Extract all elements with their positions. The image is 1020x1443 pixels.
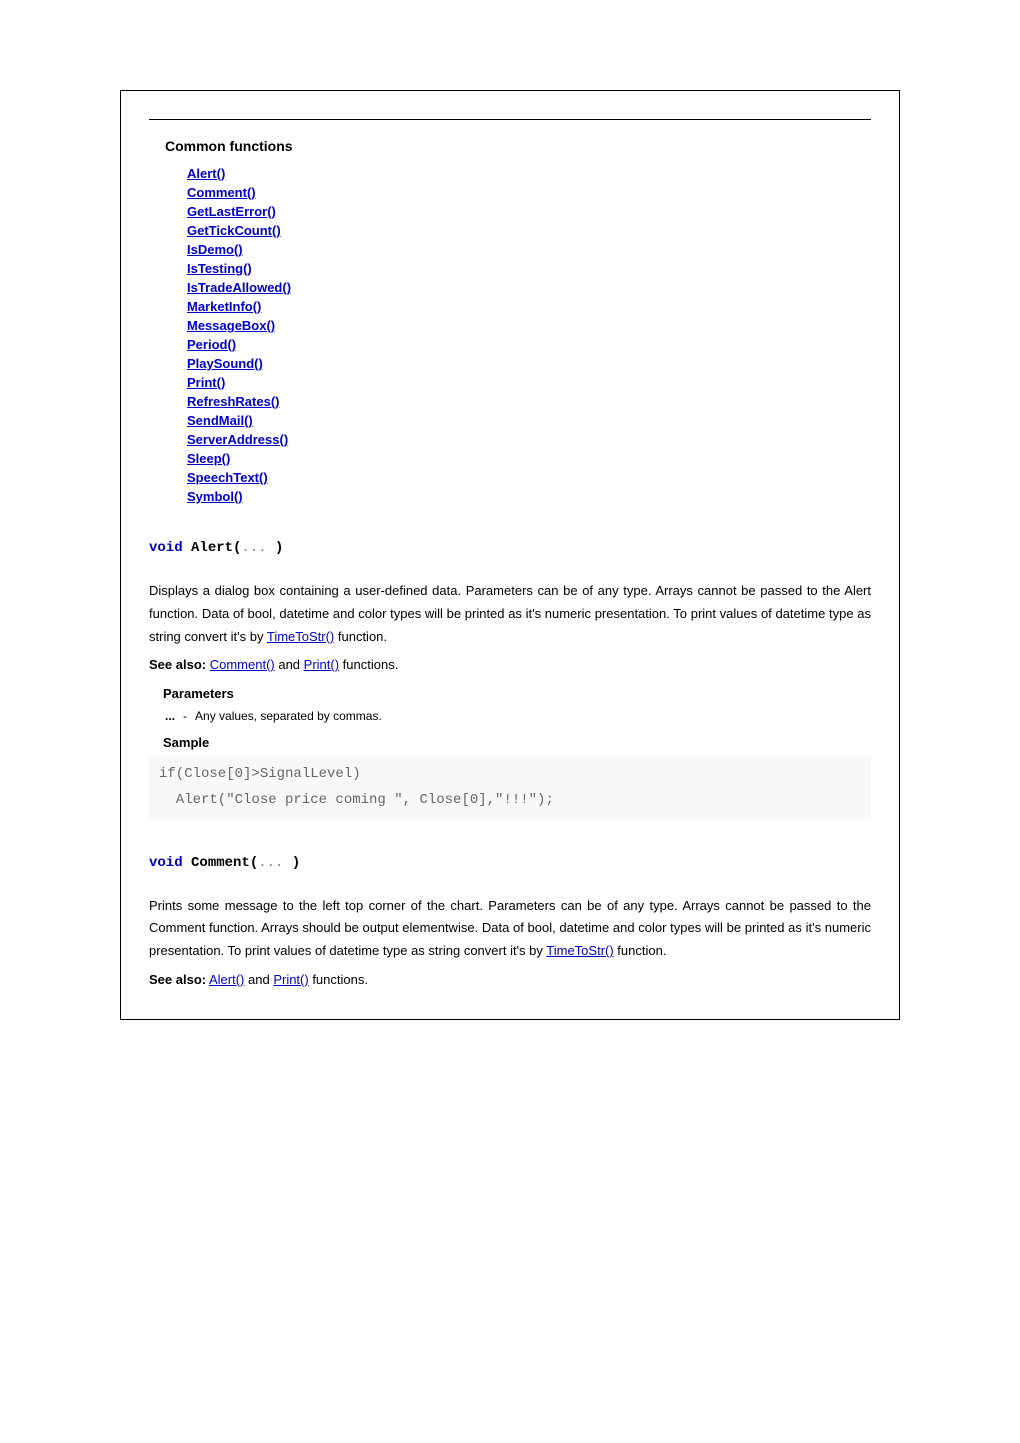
toc-item: GetLastError() [187,204,871,219]
comment-desc-post: function. [614,943,667,958]
sig-args: ... [258,855,292,871]
toc-link-marketinfo[interactable]: MarketInfo() [187,299,261,314]
toc-item: Period() [187,337,871,352]
toc-link-isdemo[interactable]: IsDemo() [187,242,243,257]
toc-item: Alert() [187,166,871,181]
toc-item: GetTickCount() [187,223,871,238]
param-desc: Any values, separated by commas. [195,709,388,723]
param-name: ... [165,709,181,723]
sample-heading: Sample [163,735,871,750]
alert-code-sample: if(Close[0]>SignalLevel) Alert("Close pr… [149,756,871,818]
sig-name: Alert( [183,540,242,556]
param-separator: - [183,709,193,723]
sig-args: ... [241,540,275,556]
link-print[interactable]: Print() [273,972,308,987]
see-also-post: functions. [309,972,368,987]
toc-item: ServerAddress() [187,432,871,447]
page-frame: Common functions Alert() Comment() GetLa… [120,90,900,1020]
sig-close: ) [292,855,300,871]
params-table: ... - Any values, separated by commas. [163,707,390,725]
alert-signature: void Alert(... ) [149,540,871,556]
toc-link-speechtext[interactable]: SpeechText() [187,470,268,485]
comment-signature: void Comment(... ) [149,855,871,871]
toc-link-getlasterror[interactable]: GetLastError() [187,204,276,219]
toc-link-serveraddress[interactable]: ServerAddress() [187,432,288,447]
keyword-void: void [149,855,183,871]
parameters-heading: Parameters [163,686,871,701]
link-print[interactable]: Print() [304,657,339,672]
toc-link-istesting[interactable]: IsTesting() [187,261,252,276]
link-comment[interactable]: Comment() [210,657,275,672]
keyword-void: void [149,540,183,556]
toc-link-sleep[interactable]: Sleep() [187,451,230,466]
toc-link-period[interactable]: Period() [187,337,236,352]
alert-description: Displays a dialog box containing a user-… [149,580,871,648]
toc-link-sendmail[interactable]: SendMail() [187,413,253,428]
toc-link-istradeallowed[interactable]: IsTradeAllowed() [187,280,291,295]
toc-link-alert[interactable]: Alert() [187,166,225,181]
toc-link-comment[interactable]: Comment() [187,185,256,200]
toc-link-symbol[interactable]: Symbol() [187,489,243,504]
toc-link-playsound[interactable]: PlaySound() [187,356,263,371]
toc-link-gettickcount[interactable]: GetTickCount() [187,223,281,238]
toc-item: Print() [187,375,871,390]
see-also-post: functions. [339,657,398,672]
toc-link-print[interactable]: Print() [187,375,225,390]
toc-link-messagebox[interactable]: MessageBox() [187,318,275,333]
sig-name: Comment( [183,855,259,871]
alert-desc-pre: Displays a dialog box containing a user-… [149,583,871,644]
see-also-label: See also: [149,972,206,987]
toc-item: MessageBox() [187,318,871,333]
see-also-label: See also: [149,657,206,672]
toc-link-refreshrates[interactable]: RefreshRates() [187,394,279,409]
toc-item: RefreshRates() [187,394,871,409]
toc-item: Sleep() [187,451,871,466]
link-timetostr[interactable]: TimeToStr() [546,943,613,958]
toc-item: IsTesting() [187,261,871,276]
comment-see-also: See also: Alert() and Print() functions. [149,969,871,991]
comment-desc-pre: Prints some message to the left top corn… [149,898,871,959]
toc-item: PlaySound() [187,356,871,371]
sig-close: ) [275,540,283,556]
toc-item: Comment() [187,185,871,200]
toc-item: IsTradeAllowed() [187,280,871,295]
comment-description: Prints some message to the left top corn… [149,895,871,963]
link-timetostr[interactable]: TimeToStr() [267,629,334,644]
see-also-mid: and [244,972,273,987]
alert-desc-post: function. [334,629,387,644]
toc-list: Alert() Comment() GetLastError() GetTick… [187,166,871,504]
link-alert[interactable]: Alert() [209,972,244,987]
toc-item: MarketInfo() [187,299,871,314]
see-also-mid: and [275,657,304,672]
toc-item: IsDemo() [187,242,871,257]
toc-item: SendMail() [187,413,871,428]
toc-item: Symbol() [187,489,871,504]
toc-title: Common functions [165,138,871,154]
toc-item: SpeechText() [187,470,871,485]
alert-see-also: See also: Comment() and Print() function… [149,654,871,676]
param-row: ... - Any values, separated by commas. [165,709,388,723]
top-rule [149,119,871,120]
